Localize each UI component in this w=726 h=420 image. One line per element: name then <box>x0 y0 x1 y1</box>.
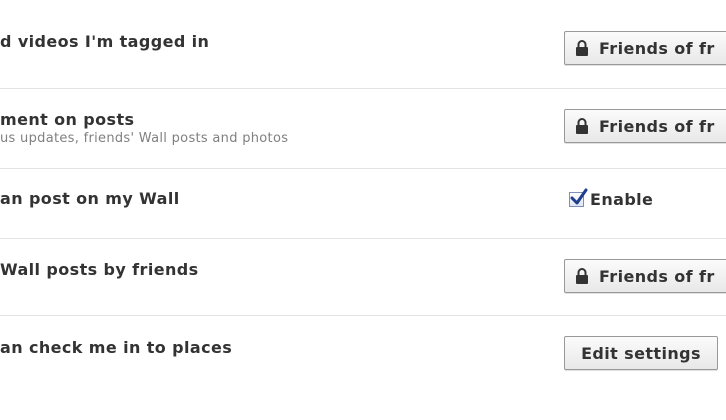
checkmark-icon <box>570 188 588 205</box>
divider <box>0 238 726 239</box>
privacy-label: Friends of fr <box>599 38 715 58</box>
row-title: d videos I'm tagged in <box>0 32 210 51</box>
enable-checkbox[interactable] <box>569 188 588 207</box>
enable-checkbox-control[interactable]: Enable <box>569 188 653 209</box>
lock-icon <box>575 118 589 134</box>
divider <box>0 315 726 316</box>
privacy-label: Friends of fr <box>599 116 715 136</box>
divider <box>0 168 726 169</box>
enable-label[interactable]: Enable <box>590 190 653 209</box>
row-subtitle: us updates, friends' Wall posts and phot… <box>0 131 289 146</box>
lock-icon <box>575 40 589 56</box>
privacy-dropdown-button[interactable]: Friends of fr <box>564 109 726 143</box>
row-title: an check me in to places <box>0 338 233 357</box>
privacy-dropdown-button[interactable]: Friends of fr <box>564 31 726 65</box>
lock-icon <box>575 268 589 284</box>
row-title: Wall posts by friends <box>0 260 199 279</box>
privacy-dropdown-button[interactable]: Friends of fr <box>564 259 726 293</box>
row-title: an post on my Wall <box>0 189 180 208</box>
divider <box>0 88 726 89</box>
edit-settings-button[interactable]: Edit settings <box>564 336 718 370</box>
row-title: ment on posts <box>0 110 135 129</box>
privacy-label: Friends of fr <box>599 266 715 286</box>
